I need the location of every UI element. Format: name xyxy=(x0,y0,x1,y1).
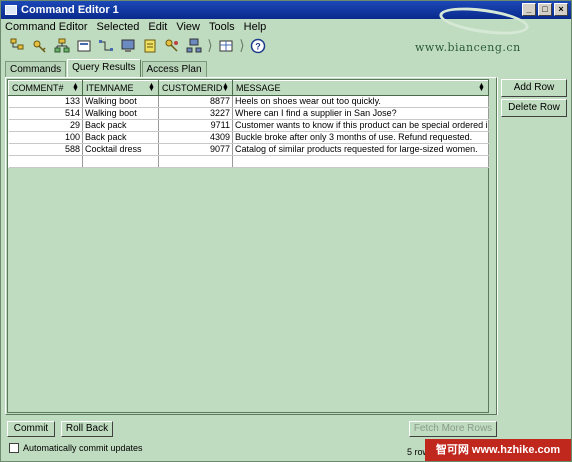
cell-message[interactable]: Catalog of similar products requested fo… xyxy=(232,143,489,156)
menu-command-editor[interactable]: Command Editor xyxy=(5,21,88,33)
cell-comment[interactable]: 514 xyxy=(8,107,83,120)
monitor-icon[interactable] xyxy=(119,37,137,55)
toolbar-separator: ⟩ xyxy=(239,37,245,53)
column-header-message[interactable]: MESSAGE ▲ ▼ xyxy=(232,80,489,96)
cell-message[interactable]: Buckle broke after only 3 months of use.… xyxy=(232,131,489,144)
table-row[interactable]: 133 Walking boot 8877 Heels on shoes wea… xyxy=(8,95,489,108)
tab-access-plan[interactable]: Access Plan xyxy=(141,61,207,78)
key-star-icon[interactable] xyxy=(163,37,181,55)
watermark-logo: www.bianceng.cn xyxy=(415,2,565,57)
cell-itemname[interactable]: Walking boot xyxy=(82,107,159,120)
toolbar: ⟩ ⟩ ? xyxy=(3,35,267,57)
app-icon xyxy=(5,5,17,15)
tab-strip: Commands Query Results Access Plan xyxy=(5,59,208,78)
table-row[interactable]: 100 Back pack 4309 Buckle broke after on… xyxy=(8,131,489,144)
tree-icon[interactable] xyxy=(9,37,27,55)
cell-comment[interactable]: 100 xyxy=(8,131,83,144)
hierarchy-icon[interactable] xyxy=(53,37,71,55)
commit-button[interactable]: Commit xyxy=(7,421,55,437)
add-row-button[interactable]: Add Row xyxy=(501,79,567,97)
database-icon[interactable] xyxy=(75,37,93,55)
cell-itemname[interactable]: Walking boot xyxy=(82,95,159,108)
cell-itemname[interactable]: Cocktail dress xyxy=(82,143,159,156)
toolbar-separator: ⟩ xyxy=(207,37,213,53)
auto-commit-label: Automatically commit updates xyxy=(23,443,143,453)
auto-commit-checkbox[interactable] xyxy=(9,443,19,453)
table-row[interactable]: 514 Walking boot 3227 Where can I find a… xyxy=(8,107,489,120)
cell-customerid[interactable]: 9711 xyxy=(158,119,233,132)
column-header-itemname[interactable]: ITEMNAME ▲ ▼ xyxy=(82,80,159,96)
column-header-customerid[interactable]: CUSTOMERID ▲ ▼ xyxy=(158,80,233,96)
cell-itemname[interactable]: Back pack xyxy=(82,119,159,132)
tab-query-results[interactable]: Query Results xyxy=(67,59,141,78)
watermark-footer: 智可网 www.hzhike.com xyxy=(425,439,571,461)
menu-tools[interactable]: Tools xyxy=(209,21,235,33)
note-icon[interactable] xyxy=(141,37,159,55)
table-row[interactable]: 588 Cocktail dress 9077 Catalog of simil… xyxy=(8,143,489,156)
grid-icon[interactable] xyxy=(217,37,235,55)
cell-comment[interactable]: 29 xyxy=(8,119,83,132)
auto-commit-option[interactable]: Automatically commit updates xyxy=(9,443,143,453)
cell-customerid[interactable]: 8877 xyxy=(158,95,233,108)
fetch-more-rows-button[interactable]: Fetch More Rows xyxy=(409,421,497,437)
table-header-row: COMMENT# ▲ ▼ ITEMNAME ▲ ▼ CUSTOMERID ▲ ▼ MESSA… xyxy=(8,80,489,96)
menu-selected[interactable]: Selected xyxy=(97,21,140,33)
network-icon[interactable] xyxy=(185,37,203,55)
cell-customerid[interactable]: 9077 xyxy=(158,143,233,156)
cell-message[interactable]: Where can I find a supplier in San Jose? xyxy=(232,107,489,120)
sort-icon[interactable]: ▲ ▼ xyxy=(148,82,155,93)
key-icon[interactable] xyxy=(31,37,49,55)
results-grid[interactable]: COMMENT# ▲ ▼ ITEMNAME ▲ ▼ CUSTOMERID ▲ ▼ MESSA… xyxy=(7,79,489,413)
watermark-text: www.bianceng.cn xyxy=(415,41,521,54)
cell-customerid[interactable]: 4309 xyxy=(158,131,233,144)
table-row-empty[interactable] xyxy=(8,155,489,168)
sort-icon[interactable]: ▲ ▼ xyxy=(222,82,229,93)
table-row[interactable]: 29 Back pack 9711 Customer wants to know… xyxy=(8,119,489,132)
cell-message[interactable]: Customer wants to know if this product c… xyxy=(232,119,489,132)
results-table: COMMENT# ▲ ▼ ITEMNAME ▲ ▼ CUSTOMERID ▲ ▼ MESSA… xyxy=(8,80,489,168)
link-icon[interactable] xyxy=(97,37,115,55)
cell-comment[interactable]: 588 xyxy=(8,143,83,156)
cell-itemname[interactable]: Back pack xyxy=(82,131,159,144)
menu-edit[interactable]: Edit xyxy=(148,21,167,33)
sort-icon[interactable]: ▲ ▼ xyxy=(72,82,79,93)
cell-message[interactable]: Heels on shoes wear out too quickly. xyxy=(232,95,489,108)
roll-back-button[interactable]: Roll Back xyxy=(61,421,113,437)
sort-icon[interactable]: ▲ ▼ xyxy=(478,82,485,93)
cell-comment[interactable]: 133 xyxy=(8,95,83,108)
menu-view[interactable]: View xyxy=(176,21,200,33)
help-icon[interactable]: ? xyxy=(249,37,267,55)
window-title: Command Editor 1 xyxy=(21,4,119,16)
svg-text:?: ? xyxy=(255,42,261,52)
tab-commands[interactable]: Commands xyxy=(5,61,67,78)
command-editor-window: Command Editor 1 _ □ × Command Editor Se… xyxy=(0,0,572,462)
menu-help[interactable]: Help xyxy=(244,21,267,33)
delete-row-button[interactable]: Delete Row xyxy=(501,99,567,117)
grid-empty-area xyxy=(8,168,488,412)
cell-customerid[interactable]: 3227 xyxy=(158,107,233,120)
column-header-comment[interactable]: COMMENT# ▲ ▼ xyxy=(8,80,83,96)
